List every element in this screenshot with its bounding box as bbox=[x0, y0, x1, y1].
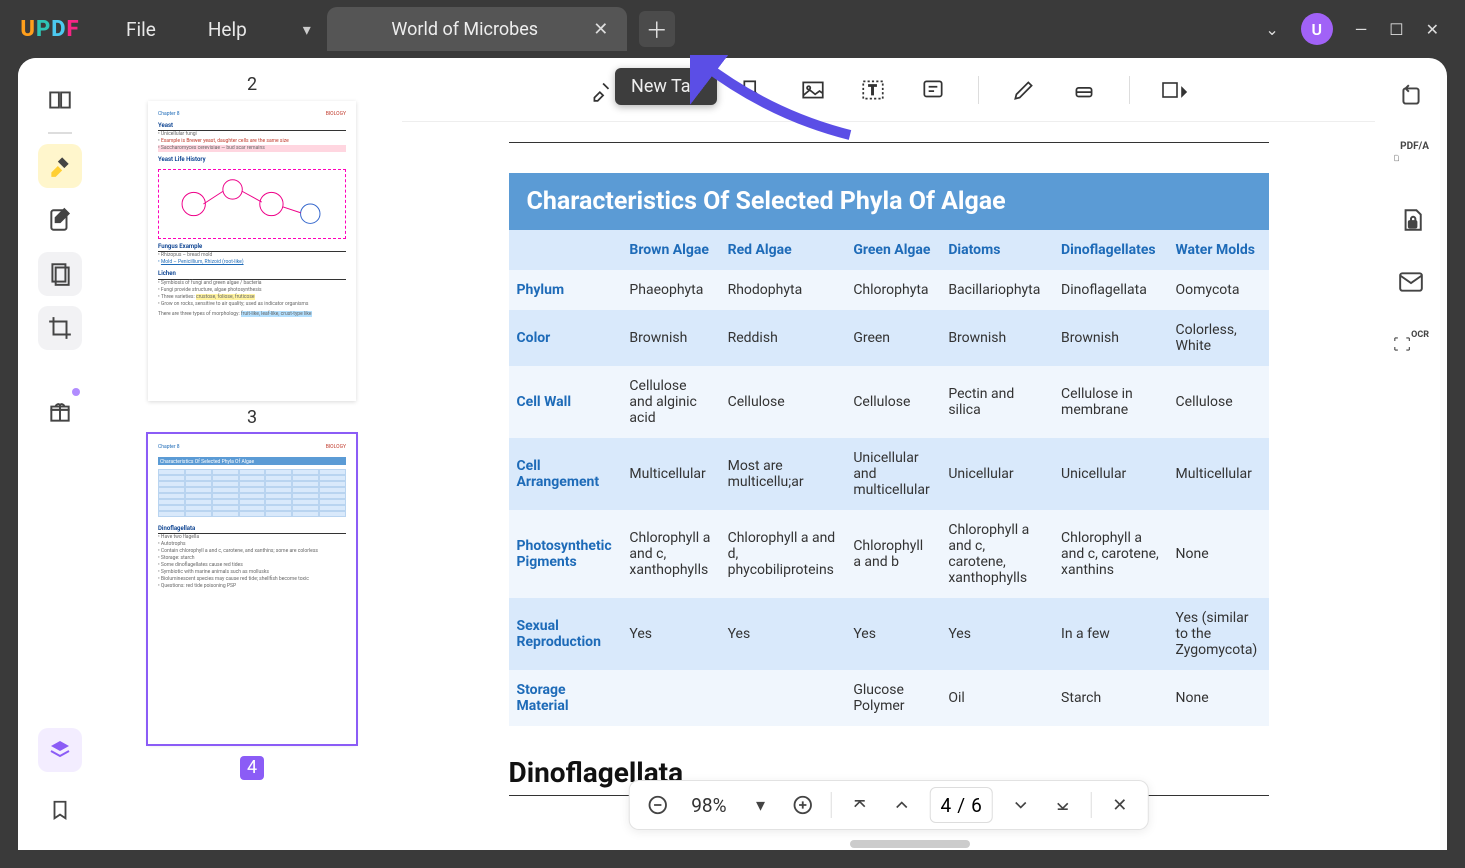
left-rail bbox=[18, 58, 102, 850]
notification-dot bbox=[72, 388, 80, 396]
zoom-level: 98% bbox=[685, 794, 732, 817]
thumb-number-3: 3 bbox=[132, 407, 372, 428]
crop-tool-icon[interactable] bbox=[38, 306, 82, 350]
tab-list-dropdown[interactable]: ▾ bbox=[293, 15, 321, 43]
chevron-down-icon[interactable]: ⌄ bbox=[1265, 20, 1278, 39]
prev-page-button[interactable] bbox=[888, 791, 916, 819]
pdfa-icon[interactable]: PDF/A bbox=[1393, 140, 1429, 176]
bookmark-icon[interactable] bbox=[38, 788, 82, 832]
highlighter-tool-icon[interactable] bbox=[38, 144, 82, 188]
image-icon[interactable] bbox=[798, 75, 828, 105]
thumbnail-page-4[interactable]: Chapter 8BIOLOGY Characteristics Of Sele… bbox=[148, 434, 356, 744]
zoom-in-button[interactable] bbox=[789, 791, 817, 819]
thumbnail-panel[interactable]: 2 Chapter 8BIOLOGY Yeast • Unicellular f… bbox=[102, 58, 402, 850]
right-rail: PDF/A OCR bbox=[1375, 58, 1447, 850]
tab-active[interactable]: World of Microbes ✕ bbox=[327, 7, 627, 51]
thumb-number-2: 2 bbox=[132, 74, 372, 95]
workspace: 2 Chapter 8BIOLOGY Yeast • Unicellular f… bbox=[18, 58, 1447, 850]
menu-file[interactable]: File bbox=[100, 18, 182, 41]
maximize-button[interactable]: ☐ bbox=[1389, 20, 1403, 39]
window-controls: ⌄ U ― ☐ ✕ bbox=[1265, 13, 1465, 45]
table-row: Phylum PhaeophytaRhodophytaChlorophytaBa… bbox=[509, 270, 1269, 310]
pages-tool-icon[interactable] bbox=[38, 252, 82, 296]
table-row: Cell Wall Cellulose and alginic acidCell… bbox=[509, 366, 1269, 438]
thumb-number-4: 4 bbox=[240, 756, 264, 780]
page-content: Characteristics Of Selected Phyla Of Alg… bbox=[509, 142, 1269, 796]
tab-title: World of Microbes bbox=[341, 19, 589, 40]
separator bbox=[1129, 76, 1130, 104]
zoom-dropdown[interactable]: ▾ bbox=[747, 791, 775, 819]
app-logo: UPDF bbox=[0, 17, 100, 42]
thumbnail-page-3[interactable]: Chapter 8BIOLOGY Yeast • Unicellular fun… bbox=[148, 101, 356, 401]
rotate-icon[interactable] bbox=[1393, 78, 1429, 114]
table-row: Cell Arrangement MulticellularMost are m… bbox=[509, 438, 1269, 510]
next-page-button[interactable] bbox=[1007, 791, 1035, 819]
separator bbox=[1091, 792, 1092, 818]
note-icon[interactable] bbox=[918, 75, 948, 105]
new-tab-button[interactable]: ＋ bbox=[639, 11, 675, 47]
document-area: T Characteristics Of Selected Phyla Of A… bbox=[402, 58, 1375, 850]
lock-icon[interactable] bbox=[1393, 202, 1429, 238]
table-row: Photosynthetic Pigments Chlorophyll a an… bbox=[509, 510, 1269, 598]
close-paging-button[interactable]: ✕ bbox=[1106, 791, 1134, 819]
document-viewport[interactable]: Characteristics Of Selected Phyla Of Alg… bbox=[402, 122, 1375, 850]
annotation-toolbar: T bbox=[402, 58, 1375, 122]
text-icon[interactable]: T bbox=[858, 75, 888, 105]
table-row: Sexual Reproduction YesYesYesYesIn a few… bbox=[509, 598, 1269, 670]
textselect-icon[interactable] bbox=[738, 75, 768, 105]
horizontal-scrollbar[interactable] bbox=[850, 840, 970, 848]
divider bbox=[48, 132, 72, 134]
shape-icon[interactable] bbox=[1160, 75, 1190, 105]
last-page-button[interactable] bbox=[1049, 791, 1077, 819]
page-input[interactable]: 4 / 6 bbox=[930, 787, 993, 823]
algae-table: Characteristics Of Selected Phyla Of Alg… bbox=[509, 173, 1269, 726]
zoom-out-button[interactable] bbox=[643, 791, 671, 819]
tab-area: ▾ World of Microbes ✕ ＋ bbox=[293, 7, 675, 51]
layers-icon[interactable] bbox=[38, 728, 82, 772]
highlighter-icon[interactable] bbox=[587, 75, 617, 105]
table-row: Storage Material Glucose PolymerOilStarc… bbox=[509, 670, 1269, 726]
close-icon[interactable]: ✕ bbox=[589, 19, 613, 40]
tooltip-new-tab: New Tab bbox=[615, 68, 717, 105]
svg-text:T: T bbox=[869, 83, 877, 98]
close-window-button[interactable]: ✕ bbox=[1426, 20, 1439, 39]
mail-icon[interactable] bbox=[1393, 264, 1429, 300]
reader-mode-icon[interactable] bbox=[38, 78, 82, 122]
minimize-button[interactable]: ― bbox=[1355, 20, 1368, 39]
pencil-icon[interactable] bbox=[1009, 75, 1039, 105]
table-row: Color BrownishReddishGreenBrownishBrowni… bbox=[509, 310, 1269, 366]
page-rule bbox=[509, 142, 1269, 143]
first-page-button[interactable] bbox=[846, 791, 874, 819]
paging-bar: 98% ▾ 4 / 6 ✕ bbox=[628, 780, 1149, 830]
titlebar: UPDF File Help ▾ World of Microbes ✕ ＋ ⌄… bbox=[0, 0, 1465, 58]
table-header-row: Brown Algae Red Algae Green Algae Diatom… bbox=[509, 230, 1269, 270]
eraser-icon[interactable] bbox=[1069, 75, 1099, 105]
separator bbox=[831, 792, 832, 818]
avatar[interactable]: U bbox=[1301, 13, 1333, 45]
table-title: Characteristics Of Selected Phyla Of Alg… bbox=[509, 173, 1269, 230]
ocr-icon[interactable]: OCR bbox=[1393, 326, 1429, 362]
menu-help[interactable]: Help bbox=[182, 18, 273, 41]
separator bbox=[978, 76, 979, 104]
gift-icon[interactable] bbox=[38, 390, 82, 434]
edit-tool-icon[interactable] bbox=[38, 198, 82, 242]
